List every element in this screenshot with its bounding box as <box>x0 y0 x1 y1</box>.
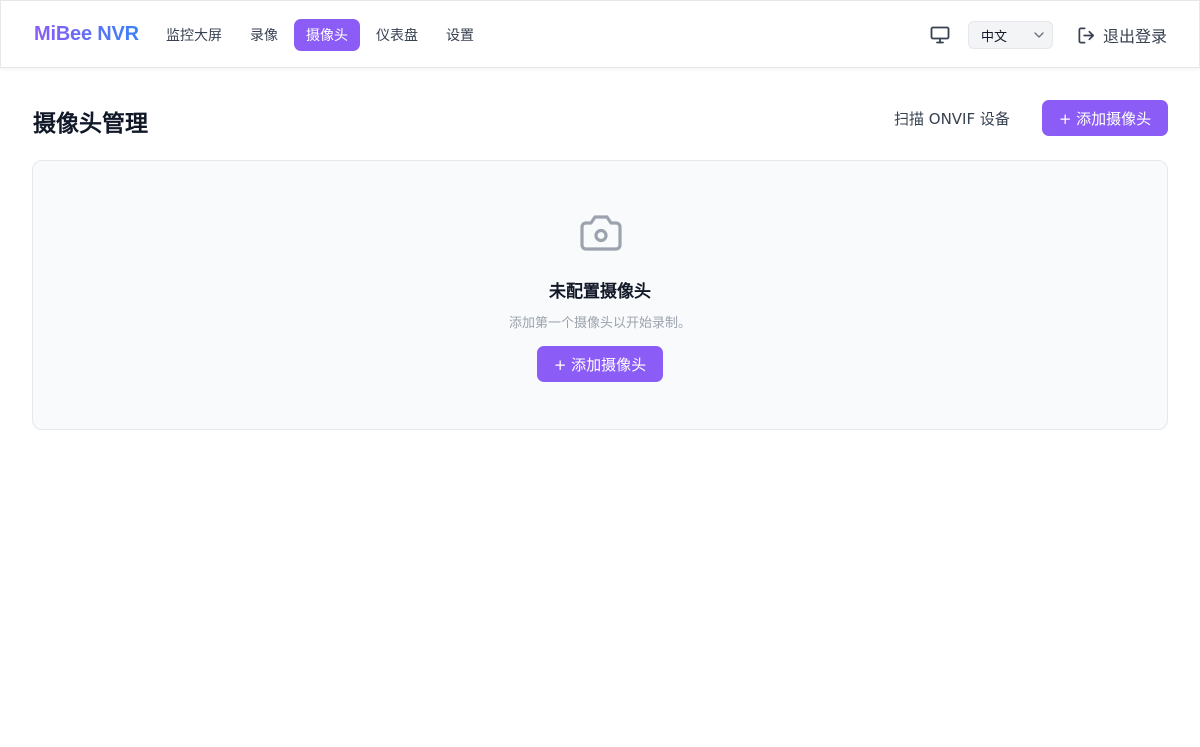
nav-item-settings[interactable]: 设置 <box>434 19 486 51</box>
nav-item-dashboard[interactable]: 仪表盘 <box>364 19 430 51</box>
empty-state-subtitle: 添加第一个摄像头以开始录制。 <box>508 316 691 331</box>
page-title: 摄像头管理 <box>33 111 148 137</box>
logout-button[interactable]: 退出登录 <box>1077 23 1167 47</box>
language-select-value: 中文 <box>980 29 1007 45</box>
main-nav: 监控大屏 录像 摄像头 仪表盘 设置 <box>154 19 490 51</box>
add-camera-button[interactable]: + 添加摄像头 <box>1042 100 1168 136</box>
logout-label: 退出登录 <box>1102 27 1167 46</box>
nav-item-recordings[interactable]: 录像 <box>238 19 290 51</box>
top-navbar: MiBee NVR 监控大屏 录像 摄像头 仪表盘 设置 中文 退出登录 <box>0 0 1200 68</box>
nav-item-monitor-wall[interactable]: 监控大屏 <box>154 19 234 51</box>
language-select[interactable]: 中文 <box>967 21 1053 49</box>
brand-logo[interactable]: MiBee NVR <box>34 23 139 46</box>
empty-state-title: 未配置摄像头 <box>549 282 651 302</box>
header-tools: 中文 退出登录 <box>929 19 1167 51</box>
camera-icon <box>578 213 624 255</box>
nav-item-cameras[interactable]: 摄像头 <box>294 19 360 51</box>
scan-onvif-button[interactable]: 扫描 ONVIF 设备 <box>882 100 1022 136</box>
monitor-icon[interactable] <box>929 24 951 46</box>
logout-icon <box>1077 25 1097 45</box>
chevron-down-icon <box>1034 30 1044 40</box>
add-first-camera-button[interactable]: + 添加摄像头 <box>537 346 663 382</box>
empty-state-panel: 未配置摄像头 添加第一个摄像头以开始录制。 + 添加摄像头 <box>32 160 1168 430</box>
